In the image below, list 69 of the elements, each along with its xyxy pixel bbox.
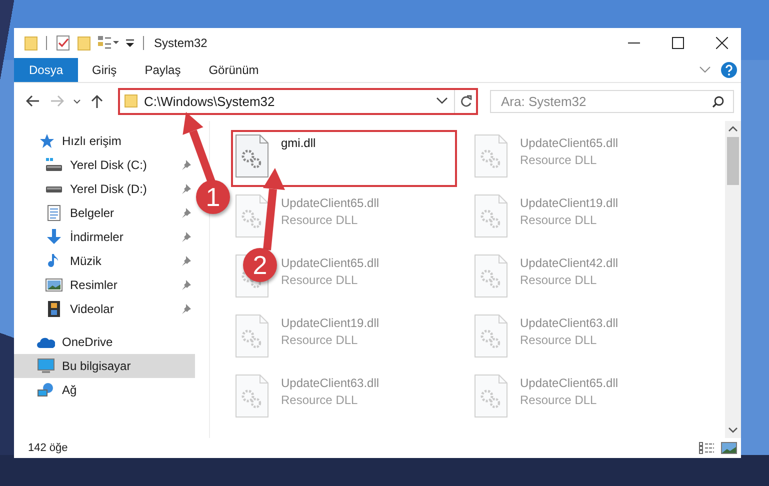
- file-gear-icon: [235, 374, 269, 418]
- scrollbar[interactable]: [725, 121, 741, 438]
- sidebar-item[interactable]: OneDrive: [14, 330, 195, 354]
- scroll-down-icon[interactable]: [728, 426, 738, 434]
- file-gear-icon: [474, 374, 508, 418]
- file-gear-icon: [235, 194, 269, 238]
- sidebar-item[interactable]: Yerel Disk (C:): [14, 153, 195, 177]
- close-icon: [716, 37, 728, 49]
- sidebar-item[interactable]: Ağ: [14, 378, 195, 402]
- arrow-right-icon: [50, 95, 64, 107]
- network-icon: [37, 382, 55, 398]
- file-type: Resource DLL: [281, 333, 359, 347]
- file-name[interactable]: gmi.dll: [281, 136, 316, 150]
- sidebar-item[interactable]: Resimler: [14, 273, 195, 297]
- item-count: 142 öğe: [28, 442, 68, 454]
- sidebar-item[interactable]: Bu bilgisayar: [14, 354, 195, 378]
- dropdown-icon[interactable]: [125, 37, 135, 49]
- film-icon: [45, 301, 63, 317]
- sidebar-item[interactable]: Belgeler: [14, 201, 195, 225]
- file-gear-icon: [474, 134, 508, 178]
- sidebar-item[interactable]: Hızlı erişim: [14, 129, 195, 153]
- file-type: Resource DLL: [281, 393, 359, 407]
- file-gear-icon: [474, 194, 508, 238]
- scrollbar-thumb[interactable]: [727, 137, 739, 185]
- arrow-left-icon: [26, 95, 40, 107]
- minimize-icon: [628, 42, 640, 44]
- sidebar-item[interactable]: İndirmeler: [14, 225, 195, 249]
- selection-frame[interactable]: gmi.dll: [231, 130, 457, 187]
- drive-icon: [45, 186, 63, 192]
- sidebar-item[interactable]: Yerel Disk (D:): [14, 177, 195, 201]
- ribbon-tab[interactable]: Dosya: [14, 58, 78, 82]
- chevron-down-icon: [73, 98, 81, 104]
- ribbon-tab[interactable]: Paylaş: [130, 58, 195, 82]
- address-path: C:\Windows\System32: [144, 94, 276, 108]
- picture-icon: [45, 277, 63, 293]
- tiles-view-icon[interactable]: [721, 442, 737, 454]
- file-gear-icon: [474, 254, 508, 298]
- search-field[interactable]: Ara: System32: [490, 90, 734, 112]
- scroll-up-icon[interactable]: [728, 125, 738, 133]
- download-icon: [45, 229, 63, 245]
- file-type: Resource DLL: [281, 213, 359, 227]
- file-type: Resource DLL: [281, 273, 359, 287]
- properties-icon[interactable]: [97, 35, 119, 51]
- refresh-icon: [460, 95, 472, 107]
- ribbon-tab[interactable]: Görünüm: [194, 58, 273, 82]
- file-gear-icon: [235, 134, 269, 178]
- ribbon-tab[interactable]: Giriş: [78, 58, 131, 82]
- file-type: Resource DLL: [520, 213, 598, 227]
- file-gear-icon: [235, 314, 269, 358]
- sidebar-item[interactable]: Müzik: [14, 249, 195, 273]
- file-gear-icon: [474, 314, 508, 358]
- checklist-icon[interactable]: [55, 35, 71, 51]
- file-type: Resource DLL: [520, 153, 598, 167]
- details-view-icon[interactable]: [699, 442, 715, 454]
- file-type: Resource DLL: [520, 333, 598, 347]
- folder-icon: [124, 94, 138, 108]
- monitor-icon: [37, 358, 55, 374]
- help-icon[interactable]: [721, 62, 737, 78]
- maximize-icon: [672, 37, 684, 49]
- file-type: Resource DLL: [520, 393, 598, 407]
- address-bar[interactable]: C:\Windows\System32: [118, 88, 478, 114]
- sidebar-item[interactable]: Videolar: [14, 297, 195, 321]
- document-icon: [45, 205, 63, 221]
- drive-icon: [45, 157, 63, 173]
- search-icon: [712, 96, 724, 108]
- window-title: System32: [154, 36, 208, 50]
- file-type: Resource DLL: [520, 273, 598, 287]
- arrow-up-icon: [91, 94, 103, 108]
- chevron-down-icon[interactable]: [436, 97, 448, 105]
